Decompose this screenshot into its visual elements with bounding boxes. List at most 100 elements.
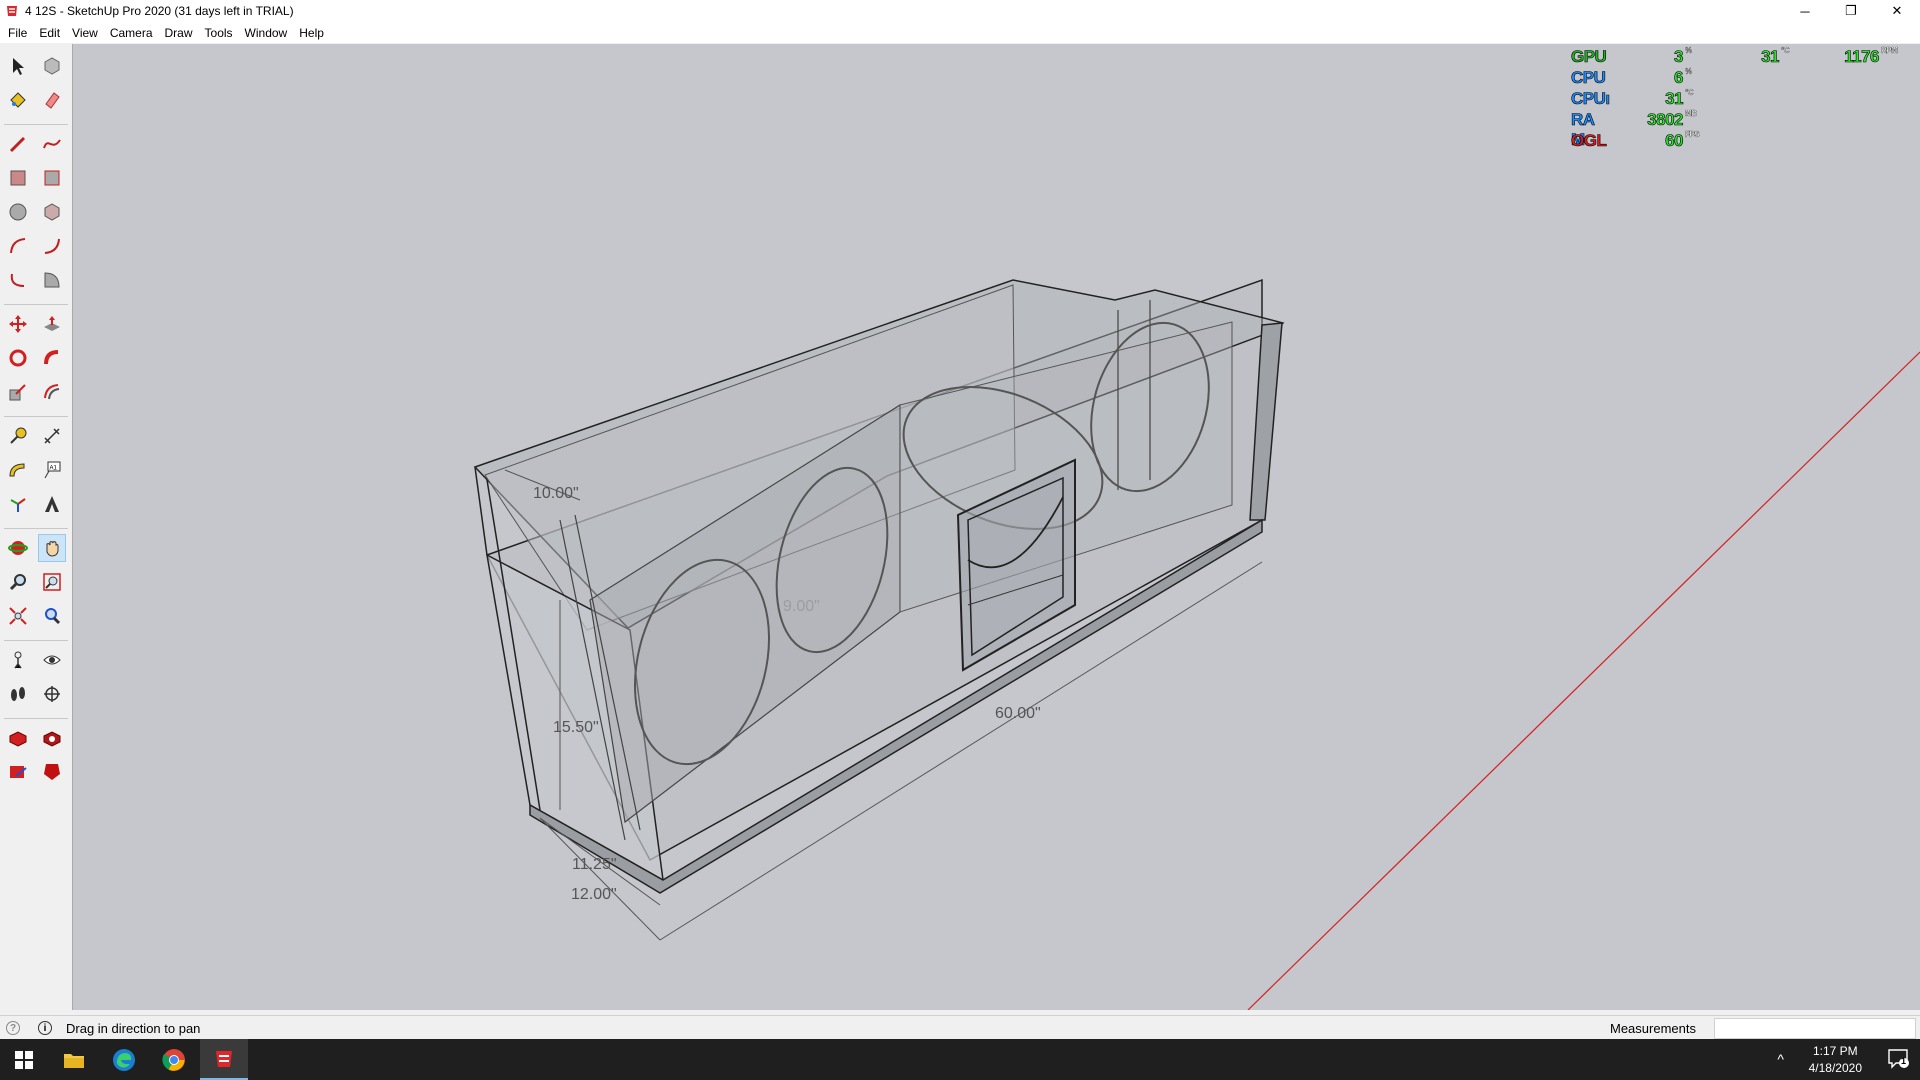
move-icon[interactable] — [4, 310, 32, 338]
model-canvas[interactable] — [73, 44, 1920, 1010]
hud-label-cpu: CPU — [1571, 68, 1607, 88]
toolbar-separator — [4, 528, 68, 529]
rotate-icon[interactable] — [4, 344, 32, 372]
large-tool-set: A1 — [0, 44, 73, 1010]
dimension-length: 60.00" — [995, 705, 1041, 722]
restore-button[interactable]: ❐ — [1828, 0, 1874, 22]
follow-me-icon[interactable] — [38, 344, 66, 372]
menu-help[interactable]: Help — [293, 26, 330, 40]
freehand-icon[interactable] — [38, 130, 66, 158]
zoom-extents-icon[interactable] — [4, 602, 32, 630]
toolbar-separator — [4, 416, 68, 417]
status-bar: ? i Drag in direction to pan Measurement… — [0, 1015, 1920, 1040]
look-around-icon[interactable] — [38, 646, 66, 674]
minimize-button[interactable]: ─ — [1782, 0, 1828, 22]
dimension-depth-inner: 11.25" — [572, 856, 617, 873]
walk-icon[interactable] — [4, 680, 32, 708]
previous-view-icon[interactable] — [38, 602, 66, 630]
menu-view[interactable]: View — [66, 26, 104, 40]
text-icon[interactable]: A1 — [38, 456, 66, 484]
circle-icon[interactable] — [4, 198, 32, 226]
position-camera-icon[interactable] — [4, 646, 32, 674]
protractor-icon[interactable] — [4, 456, 32, 484]
measurements-label: Measurements — [1610, 1020, 1696, 1036]
menu-edit[interactable]: Edit — [33, 26, 66, 40]
pan-icon[interactable] — [38, 534, 66, 562]
pie-icon[interactable] — [38, 266, 66, 294]
scale-icon[interactable] — [4, 378, 32, 406]
select-icon[interactable] — [4, 52, 32, 80]
rectangle-icon[interactable] — [4, 164, 32, 192]
close-button[interactable]: ✕ — [1874, 0, 1920, 22]
hud-unit-fan: RPM — [1881, 46, 1898, 55]
component-icon[interactable] — [38, 52, 66, 80]
arc-icon[interactable] — [4, 232, 32, 260]
menu-window[interactable]: Window — [239, 26, 294, 40]
hud-unit-cpu: % — [1685, 67, 1692, 76]
menu-bar: File Edit View Camera Draw Tools Window … — [0, 22, 1920, 43]
toolbar-separator — [4, 124, 68, 125]
dimension-inner: 9.00" — [783, 598, 820, 615]
offset-icon[interactable] — [38, 378, 66, 406]
eraser-icon[interactable] — [38, 86, 66, 114]
sketchup-icon[interactable] — [200, 1039, 248, 1080]
hud-unit-ogl: FPS — [1685, 130, 1700, 139]
tray-chevron-icon[interactable]: ^ — [1777, 1051, 1784, 1067]
axes-icon[interactable] — [4, 490, 32, 518]
menu-camera[interactable]: Camera — [104, 26, 159, 40]
hud-unit-gpu: % — [1685, 46, 1692, 55]
dimension-height: 15.50" — [553, 719, 599, 736]
dimension-depth-outer: 12.00" — [571, 886, 617, 903]
hud-value-gpu-temp: 31 — [1761, 47, 1780, 67]
three-point-arc-icon[interactable] — [4, 266, 32, 294]
toolbar-separator — [4, 304, 68, 305]
tape-measure-icon[interactable] — [4, 422, 32, 450]
measurements-input[interactable] — [1714, 1018, 1916, 1039]
section-plane-icon[interactable] — [38, 680, 66, 708]
hud-value-ogl: 60 — [1665, 131, 1684, 151]
svg-text:A1: A1 — [50, 466, 58, 472]
geo-location-icon[interactable]: ? — [6, 1021, 20, 1035]
window-title: 4 12S - SketchUp Pro 2020 (31 days left … — [25, 4, 294, 18]
clock[interactable]: 1:17 PM 4/18/2020 — [1809, 1043, 1862, 1077]
extension-warehouse-icon[interactable] — [38, 724, 66, 752]
chrome-icon[interactable] — [150, 1039, 198, 1080]
layout-icon[interactable] — [38, 758, 66, 786]
3d-text-icon[interactable] — [38, 490, 66, 518]
menu-draw[interactable]: Draw — [159, 26, 199, 40]
zoom-icon[interactable] — [4, 568, 32, 596]
window-controls: ─ ❐ ✕ — [1782, 0, 1920, 22]
drawing-viewport[interactable]: GPU 3 % CPU 6 % CPUı 31 °C RA M 3802 MB … — [73, 44, 1920, 1010]
instructor-info-icon[interactable]: i — [38, 1021, 52, 1035]
3d-warehouse-icon[interactable] — [4, 724, 32, 752]
toolbar-separator — [4, 640, 68, 641]
paint-bucket-icon[interactable] — [4, 86, 32, 114]
notification-count: 1 — [1901, 1056, 1907, 1066]
rotated-rectangle-icon[interactable] — [38, 164, 66, 192]
share-model-icon[interactable] — [4, 758, 32, 786]
two-point-arc-icon[interactable] — [38, 232, 66, 260]
push-pull-icon[interactable] — [38, 310, 66, 338]
edge-icon[interactable] — [100, 1039, 148, 1080]
notification-center-icon[interactable]: 1 — [1888, 1049, 1910, 1074]
pencil-line-icon[interactable] — [4, 130, 32, 158]
dimension-depth-top: 10.00" — [533, 485, 579, 502]
title-bar: 4 12S - SketchUp Pro 2020 (31 days left … — [0, 0, 1920, 22]
hud-value-gpu: 3 — [1674, 47, 1684, 67]
hud-label-gpu: GPU — [1571, 47, 1607, 67]
menu-file[interactable]: File — [0, 26, 33, 40]
hud-label-ogl: OGL — [1571, 131, 1607, 151]
file-explorer-icon[interactable] — [50, 1039, 98, 1080]
dimension-icon[interactable] — [38, 422, 66, 450]
hud-unit-gpu-temp: °C — [1781, 46, 1790, 55]
sketchup-logo-icon — [7, 6, 17, 16]
windows-start-icon[interactable] — [0, 1039, 48, 1080]
clock-date: 4/18/2020 — [1808, 1061, 1862, 1075]
menu-tools[interactable]: Tools — [199, 26, 239, 40]
hud-value-fan: 1176 — [1844, 47, 1880, 67]
orbit-icon[interactable] — [4, 534, 32, 562]
toolbar-separator — [4, 718, 68, 719]
polygon-icon[interactable] — [38, 198, 66, 226]
hud-value-cpu-temp: 31 — [1665, 89, 1684, 109]
zoom-window-icon[interactable] — [38, 568, 66, 596]
